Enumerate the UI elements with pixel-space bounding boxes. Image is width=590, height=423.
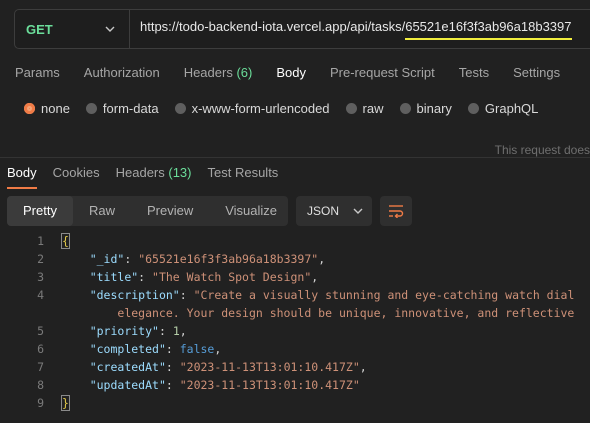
radio-graphql[interactable]: GraphQL xyxy=(467,101,539,116)
code-line: } xyxy=(61,395,70,411)
code-line: "_id": "65521e16f3f3ab96a18b3397", xyxy=(89,252,326,266)
radio-none-label: none xyxy=(41,101,70,116)
code-line: "createdAt": "2023-11-13T13:01:10.417Z", xyxy=(89,360,367,374)
method-label: GET xyxy=(26,21,53,37)
tab-authorization[interactable]: Authorization xyxy=(84,65,160,80)
tab-prerequest-script[interactable]: Pre-request Script xyxy=(330,65,435,80)
json-key: "completed" xyxy=(89,342,166,356)
radio-raw-label: raw xyxy=(362,101,384,116)
no-body-notice: This request does xyxy=(494,143,590,157)
json-value-wrapped: elegance. Your design should be unique, … xyxy=(117,306,575,320)
radio-icon xyxy=(345,103,357,114)
tab-settings[interactable]: Settings xyxy=(513,65,560,80)
chevron-down-icon xyxy=(105,26,115,32)
json-key: "title" xyxy=(89,270,139,284)
format-select[interactable]: JSON xyxy=(296,196,372,226)
json-value: "65521e16f3f3ab96a18b3397" xyxy=(138,252,319,266)
line-number: 3 xyxy=(37,270,44,284)
json-value: "2023-11-13T13:01:10.417Z" xyxy=(179,360,360,374)
json-value: "2023-11-13T13:01:10.417Z" xyxy=(179,378,360,392)
view-visualize[interactable]: Visualize xyxy=(209,196,293,226)
line-number: 5 xyxy=(37,324,44,338)
view-mode-control: Pretty Raw Preview Visualize xyxy=(7,196,288,226)
response-tab-body[interactable]: Body xyxy=(7,165,37,189)
json-key: "createdAt" xyxy=(89,360,166,374)
json-key: "updatedAt" xyxy=(89,378,166,392)
radio-icon xyxy=(85,103,97,114)
code-line: "completed": false, xyxy=(89,342,222,356)
radio-icon xyxy=(467,103,479,114)
radio-raw[interactable]: raw xyxy=(345,101,384,116)
view-pretty[interactable]: Pretty xyxy=(7,196,73,226)
response-tab-test-results[interactable]: Test Results xyxy=(208,165,279,189)
json-value: false xyxy=(179,342,215,356)
radio-binary-label: binary xyxy=(416,101,452,116)
code-line: elegance. Your design should be unique, … xyxy=(62,306,574,320)
headers-count: (6) xyxy=(236,65,253,80)
json-key: "_id" xyxy=(89,252,125,266)
tab-headers[interactable]: Headers (6) xyxy=(184,65,253,80)
tab-body[interactable]: Body xyxy=(276,65,306,80)
url-bar: GET https://todo-backend-iota.vercel.app… xyxy=(14,9,590,49)
code-line: "description": "Create a visually stunni… xyxy=(89,288,575,302)
response-headers-count: (13) xyxy=(168,165,192,180)
json-value: 1 xyxy=(172,324,180,338)
radio-none[interactable]: none xyxy=(24,101,70,116)
json-value: "The Watch Spot Design" xyxy=(152,270,312,284)
radio-urlencoded[interactable]: x-www-form-urlencoded xyxy=(174,101,330,116)
line-number: 4 xyxy=(37,288,44,302)
radio-form-data-label: form-data xyxy=(102,101,159,116)
radio-graphql-label: GraphQL xyxy=(484,101,539,116)
code-line: { xyxy=(61,233,70,249)
close-brace: } xyxy=(61,395,70,411)
radio-form-data[interactable]: form-data xyxy=(85,101,159,116)
radio-selected-icon xyxy=(24,103,35,114)
url-base: https://todo-backend-iota.vercel.app/api… xyxy=(140,18,406,34)
line-number: 7 xyxy=(37,360,44,374)
tab-tests[interactable]: Tests xyxy=(459,65,489,80)
line-number: 8 xyxy=(37,378,44,392)
wrap-lines-icon xyxy=(389,205,404,218)
line-number: 1 xyxy=(37,234,44,248)
request-tabs: Params Authorization Headers (6) Body Pr… xyxy=(15,65,584,80)
tab-headers-label: Headers xyxy=(183,65,233,80)
json-key: "description" xyxy=(89,288,180,302)
code-line: "title": "The Watch Spot Design", xyxy=(89,270,319,284)
open-brace: { xyxy=(61,233,70,249)
chevron-down-icon xyxy=(353,208,363,214)
line-number: 6 xyxy=(37,342,44,356)
response-tab-headers[interactable]: Headers (13) xyxy=(116,165,192,189)
pane-divider[interactable] xyxy=(0,157,590,158)
radio-binary[interactable]: binary xyxy=(399,101,452,116)
response-tabs: Body Cookies Headers (13) Test Results xyxy=(7,165,294,189)
line-number: 9 xyxy=(37,396,44,410)
method-select[interactable]: GET xyxy=(15,10,130,48)
line-number: 2 xyxy=(37,252,44,266)
tab-params[interactable]: Params xyxy=(15,65,60,80)
response-tab-headers-label: Headers xyxy=(115,165,165,180)
wrap-lines-button[interactable] xyxy=(380,196,412,226)
radio-icon xyxy=(399,103,411,114)
json-value: "Create a visually stunning and eye-catc… xyxy=(193,288,575,302)
radio-urlencoded-label: x-www-form-urlencoded xyxy=(191,101,330,116)
code-line: "updatedAt": "2023-11-13T13:01:10.417Z" xyxy=(89,378,360,392)
json-key: "priority" xyxy=(89,324,159,338)
body-type-radios: none form-data x-www-form-urlencoded raw… xyxy=(24,101,554,116)
url-id-highlight: 65521e16f3f3ab96a18b3397 xyxy=(405,19,572,40)
code-line: "priority": 1, xyxy=(89,324,187,338)
radio-icon xyxy=(174,103,186,114)
format-label: JSON xyxy=(307,204,340,218)
response-tab-cookies[interactable]: Cookies xyxy=(53,165,100,189)
view-raw[interactable]: Raw xyxy=(73,196,131,226)
view-preview[interactable]: Preview xyxy=(131,196,209,226)
url-input[interactable]: https://todo-backend-iota.vercel.app/api… xyxy=(130,19,572,40)
